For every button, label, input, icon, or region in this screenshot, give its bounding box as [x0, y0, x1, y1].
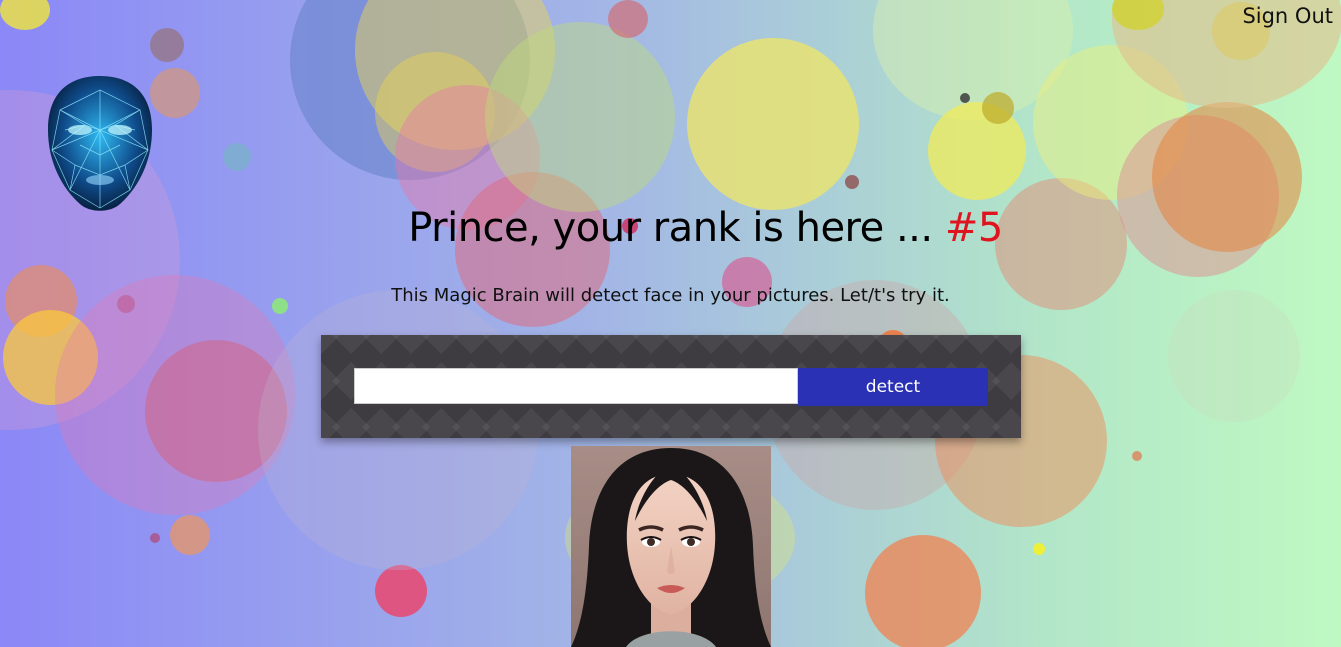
sign-out-link[interactable]: Sign Out [1242, 4, 1333, 28]
face-portrait-image [571, 446, 771, 647]
face-mesh-logo-icon[interactable] [40, 70, 160, 220]
rank-value: #5 [944, 205, 1003, 251]
image-url-input[interactable] [354, 368, 798, 404]
rank-heading: Prince, your rank is here ... #5 [0, 205, 1341, 251]
intro-text: This Magic Brain will detect face in you… [391, 285, 950, 306]
image-url-form: detect [321, 335, 1021, 438]
rank-heading-text: Prince, your rank is here ... [408, 205, 945, 251]
page: Sign Out Prince, your rank is here ... #… [0, 0, 1341, 647]
detect-button[interactable]: detect [798, 368, 988, 406]
